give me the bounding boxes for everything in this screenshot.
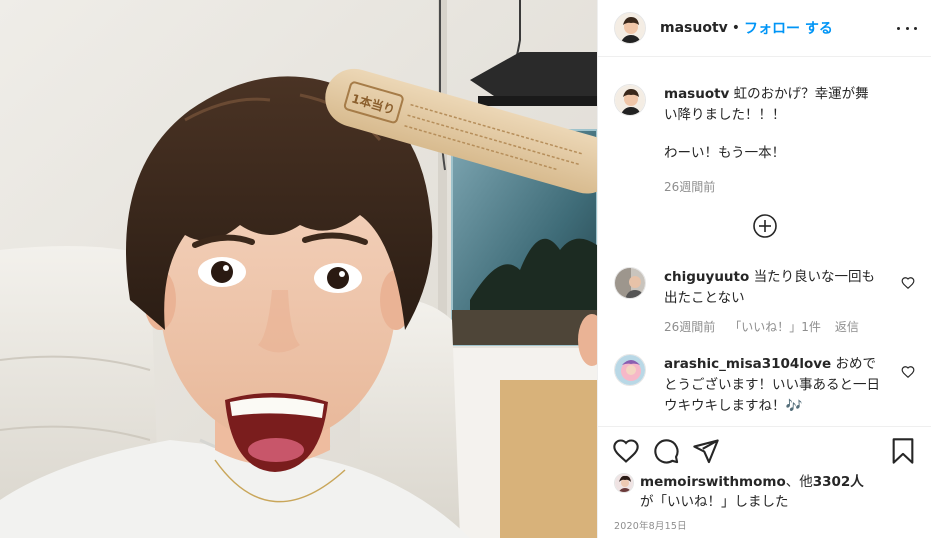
likes-summary: memoirswithmomo、他3302人 が「いいね！」しました: [614, 472, 919, 512]
comment-username[interactable]: arashic_misa3104love: [664, 356, 831, 372]
plus-circle-icon[interactable]: [752, 213, 778, 239]
post-side-panel: masuotv • フォロー する masuotv 虹のおかげ？幸運が舞い降りま…: [597, 0, 931, 538]
commenter-avatar[interactable]: [614, 267, 646, 299]
caption-text: masuotv 虹のおかげ？幸運が舞い降りました！！！: [664, 84, 882, 126]
commenter-avatar[interactable]: [614, 354, 646, 386]
comment-username[interactable]: chiguyuuto: [664, 269, 749, 285]
caption: masuotv 虹のおかげ？幸運が舞い降りました！！！ わーい！もう一本！ 26…: [614, 84, 919, 198]
comment-likes-count[interactable]: 「いいね！」1件: [729, 317, 821, 338]
author-avatar[interactable]: [614, 12, 646, 44]
heart-icon[interactable]: [901, 276, 915, 290]
liker-avatar[interactable]: [614, 473, 634, 493]
header-separator: •: [731, 20, 741, 36]
likes-count[interactable]: 3302人: [813, 474, 864, 490]
caption-line2: わーい！もう一本！: [664, 145, 786, 161]
comment-item: arashic_misa3104love おめでとうございます！いい事あると一日…: [614, 354, 919, 417]
comment-icon[interactable]: [652, 437, 680, 465]
more-options-icon[interactable]: [897, 20, 917, 36]
post-photo[interactable]: 1本当り: [0, 0, 597, 538]
comments-list[interactable]: masuotv 虹のおかげ？幸運が舞い降りました！！！ わーい！もう一本！ 26…: [598, 58, 931, 426]
heart-icon[interactable]: [612, 437, 640, 465]
caption-username[interactable]: masuotv: [664, 86, 729, 102]
comment-item: chiguyuuto 当たり良いな一回も出たことない 26週間前 「いいね！」1…: [614, 267, 919, 338]
likes-separator: 、他: [785, 474, 813, 490]
author-username[interactable]: masuotv: [660, 20, 728, 36]
follow-button[interactable]: フォロー する: [744, 18, 833, 38]
post-header: masuotv • フォロー する: [598, 0, 931, 57]
liker-username[interactable]: memoirswithmomo: [640, 474, 786, 490]
comment-time[interactable]: 26週間前: [664, 317, 715, 338]
share-icon[interactable]: [692, 437, 720, 465]
heart-icon[interactable]: [901, 365, 915, 379]
post-actions: memoirswithmomo、他3302人 が「いいね！」しました 2020年…: [598, 426, 931, 538]
selfie-image: 1本当り: [0, 0, 597, 538]
likes-line2: が「いいね！」しました: [640, 494, 789, 510]
post-date[interactable]: 2020年8月15日: [614, 518, 687, 532]
reply-button[interactable]: 返信: [835, 317, 859, 338]
caption-time[interactable]: 26週間前: [664, 177, 715, 198]
caption-avatar[interactable]: [614, 84, 646, 116]
bookmark-icon[interactable]: [889, 437, 917, 465]
